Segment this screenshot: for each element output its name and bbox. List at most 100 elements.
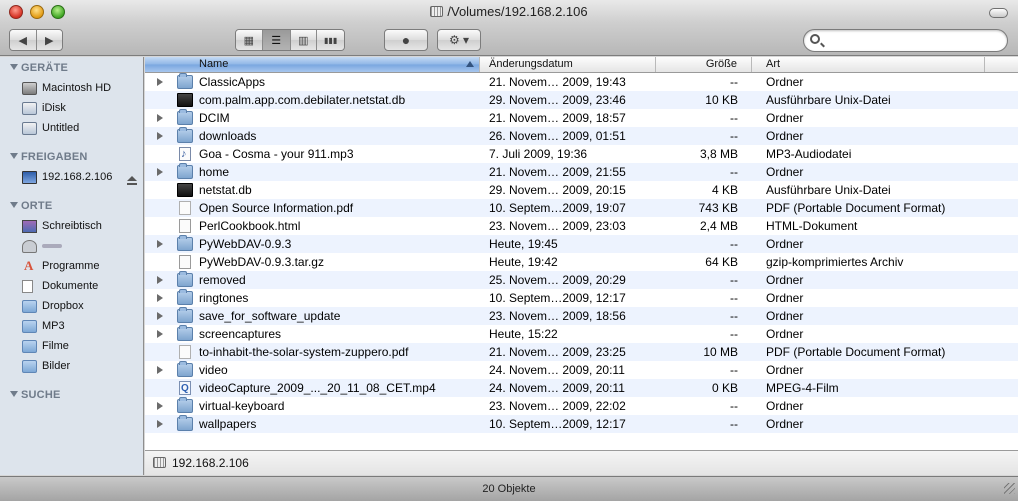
sidebar-section-devices[interactable]: GERÄTE bbox=[10, 62, 68, 74]
sidebar-section-places[interactable]: ORTE bbox=[10, 200, 52, 212]
folder-icon bbox=[177, 307, 193, 323]
column-view-button[interactable]: ▥ bbox=[290, 30, 318, 50]
file-name: video bbox=[199, 363, 228, 377]
window-title-text: /Volumes/192.168.2.106 bbox=[447, 4, 588, 19]
sidebar-item-untitled[interactable]: Untitled bbox=[22, 119, 142, 137]
forward-arrow-icon: ▶ bbox=[45, 34, 54, 47]
table-row[interactable]: removed 25. Novem… 2009, 20:29 -- Ordner bbox=[145, 271, 1018, 289]
sidebar-item-idisk[interactable]: iDisk bbox=[22, 99, 142, 117]
column-header-kind[interactable]: Art bbox=[752, 57, 985, 72]
table-row[interactable]: downloads 26. Novem… 2009, 01:51 -- Ordner bbox=[145, 127, 1018, 145]
table-row[interactable]: ClassicApps 21. Novem… 2009, 19:43 -- Ordne… bbox=[145, 73, 1018, 91]
modified-date: 24. Novem… 2009, 20:11 bbox=[489, 363, 625, 377]
table-row[interactable]: video 24. Novem… 2009, 20:11 -- Ordner bbox=[145, 361, 1018, 379]
table-row[interactable]: PerlCookbook.html 23. Novem… 2009, 23:03 2… bbox=[145, 217, 1018, 235]
table-row[interactable]: ringtones 10. Septem…2009, 12:17 -- Ordner bbox=[145, 289, 1018, 307]
file-kind: Ordner bbox=[766, 111, 804, 125]
table-row[interactable]: PyWebDAV-0.9.3.tar.gz Heute, 19:42 64 KB gz… bbox=[145, 253, 1018, 271]
coverflow-view-button[interactable]: ▮▮▮ bbox=[317, 30, 344, 50]
disclosure-triangle-icon[interactable] bbox=[157, 312, 163, 320]
disclosure-triangle-icon[interactable] bbox=[157, 276, 163, 284]
document-icon bbox=[179, 255, 191, 269]
modified-date: 25. Novem… 2009, 20:29 bbox=[489, 273, 626, 287]
column-view-icon: ▥ bbox=[298, 34, 309, 47]
disclosure-triangle-icon[interactable] bbox=[157, 294, 163, 302]
disclosure-triangle-icon[interactable] bbox=[157, 420, 163, 428]
file-name: downloads bbox=[199, 129, 257, 143]
sidebar-item-network-share[interactable]: 192.168.2.106 bbox=[22, 168, 142, 186]
item-count: 20 Objekte bbox=[482, 483, 536, 495]
disclosure-triangle-icon bbox=[10, 202, 18, 208]
icon-view-button[interactable]: ▦ bbox=[236, 30, 263, 50]
sidebar-section-search[interactable]: SUCHE bbox=[10, 389, 61, 401]
modified-date: Heute, 19:42 bbox=[489, 255, 558, 269]
quick-look-button[interactable]: ● bbox=[384, 29, 428, 51]
file-name: removed bbox=[199, 273, 246, 287]
sidebar-item-mp3[interactable]: MP3 bbox=[22, 317, 142, 335]
table-row[interactable]: Goa - Cosma - your 911.mp3 7. Juli 2009, … bbox=[145, 145, 1018, 163]
status-bar: 20 Objekte bbox=[0, 476, 1018, 501]
view-mode-control: ▦ ☰ ▥ ▮▮▮ bbox=[235, 29, 345, 51]
file-name: PerlCookbook.html bbox=[199, 219, 301, 233]
table-row[interactable]: netstat.db 29. Novem… 2009, 20:15 4 KB Ausf… bbox=[145, 181, 1018, 199]
file-name: to-inhabit-the-solar-system-zuppero.pdf bbox=[199, 345, 409, 359]
disclosure-triangle-icon[interactable] bbox=[157, 330, 163, 338]
sidebar-item-documents[interactable]: Dokumente bbox=[22, 277, 142, 295]
list-view-button[interactable]: ☰ bbox=[262, 30, 291, 50]
column-header-size[interactable]: Größe bbox=[656, 57, 752, 72]
table-row[interactable]: PyWebDAV-0.9.3 Heute, 19:45 -- Ordner bbox=[145, 235, 1018, 253]
resize-grip[interactable] bbox=[1004, 483, 1015, 494]
sidebar-item-dropbox[interactable]: Dropbox bbox=[22, 297, 142, 315]
folder-icon bbox=[177, 289, 193, 305]
folder-icon bbox=[177, 127, 193, 143]
action-menu-button[interactable]: ⚙ ▾ bbox=[437, 29, 481, 51]
table-row[interactable]: Open Source Information.pdf 10. Septem…20… bbox=[145, 199, 1018, 217]
modified-date: 10. Septem…2009, 12:17 bbox=[489, 291, 626, 305]
table-row[interactable]: wallpapers 10. Septem…2009, 12:17 -- Ordner bbox=[145, 415, 1018, 433]
file-kind: gzip-komprimiertes Archiv bbox=[766, 255, 904, 269]
sidebar-item-desktop[interactable]: Schreibtisch bbox=[22, 217, 142, 235]
eject-icon[interactable] bbox=[127, 176, 137, 186]
disclosure-triangle-icon[interactable] bbox=[157, 240, 163, 248]
search-input[interactable] bbox=[826, 33, 996, 48]
disclosure-triangle-icon[interactable] bbox=[157, 366, 163, 374]
disclosure-triangle-icon[interactable] bbox=[157, 114, 163, 122]
disclosure-triangle-icon[interactable] bbox=[157, 168, 163, 176]
forward-button[interactable]: ▶ bbox=[36, 30, 62, 50]
executable-icon bbox=[177, 93, 193, 107]
folder-icon bbox=[177, 235, 193, 251]
disclosure-triangle-icon[interactable] bbox=[157, 132, 163, 140]
sidebar-item-home[interactable] bbox=[22, 237, 142, 255]
file-size: -- bbox=[730, 309, 738, 323]
gear-icon: ⚙ ▾ bbox=[448, 33, 470, 47]
table-row[interactable]: videoCapture_2009_..._20_11_08_CET.mp4 24… bbox=[145, 379, 1018, 398]
documents-icon bbox=[22, 279, 33, 293]
file-name: home bbox=[199, 165, 230, 179]
file-kind: Ordner bbox=[766, 363, 804, 377]
table-row[interactable]: screencaptures Heute, 15:22 -- Ordner bbox=[145, 325, 1018, 343]
disclosure-triangle-icon[interactable] bbox=[157, 78, 163, 86]
table-row[interactable]: home 21. Novem… 2009, 21:55 -- Ordner bbox=[145, 163, 1018, 181]
file-size: -- bbox=[730, 111, 738, 125]
modified-date: 21. Novem… 2009, 19:43 bbox=[489, 75, 626, 89]
table-row[interactable]: virtual-keyboard 23. Novem… 2009, 22:02 --… bbox=[145, 397, 1018, 415]
table-row[interactable]: com.palm.app.com.debilater.netstat.db 29.… bbox=[145, 91, 1018, 109]
audio-file-icon bbox=[179, 145, 191, 163]
sidebar-item-movies[interactable]: Filme bbox=[22, 337, 142, 355]
search-field[interactable] bbox=[803, 29, 1008, 52]
sidebar-item-applications[interactable]: Programme bbox=[22, 257, 142, 275]
back-button[interactable]: ◀ bbox=[10, 30, 37, 50]
toolbar-toggle-button[interactable] bbox=[989, 8, 1008, 18]
path-bar-item[interactable]: 192.168.2.106 bbox=[172, 456, 249, 470]
sidebar-item-macintosh-hd[interactable]: Macintosh HD bbox=[22, 79, 142, 97]
network-drive-icon bbox=[153, 457, 166, 468]
table-row[interactable]: DCIM 21. Novem… 2009, 18:57 -- Ordner bbox=[145, 109, 1018, 127]
disclosure-triangle-icon[interactable] bbox=[157, 402, 163, 410]
folder-icon bbox=[177, 397, 193, 413]
table-row[interactable]: to-inhabit-the-solar-system-zuppero.pdf 2… bbox=[145, 343, 1018, 361]
sidebar-section-shared[interactable]: FREIGABEN bbox=[10, 151, 88, 163]
column-header-date[interactable]: Änderungsdatum bbox=[480, 57, 656, 72]
sidebar-item-pictures[interactable]: Bilder bbox=[22, 357, 142, 375]
column-header-name[interactable]: Name bbox=[145, 57, 480, 72]
table-row[interactable]: save_for_software_update 23. Novem… 2009,… bbox=[145, 307, 1018, 325]
